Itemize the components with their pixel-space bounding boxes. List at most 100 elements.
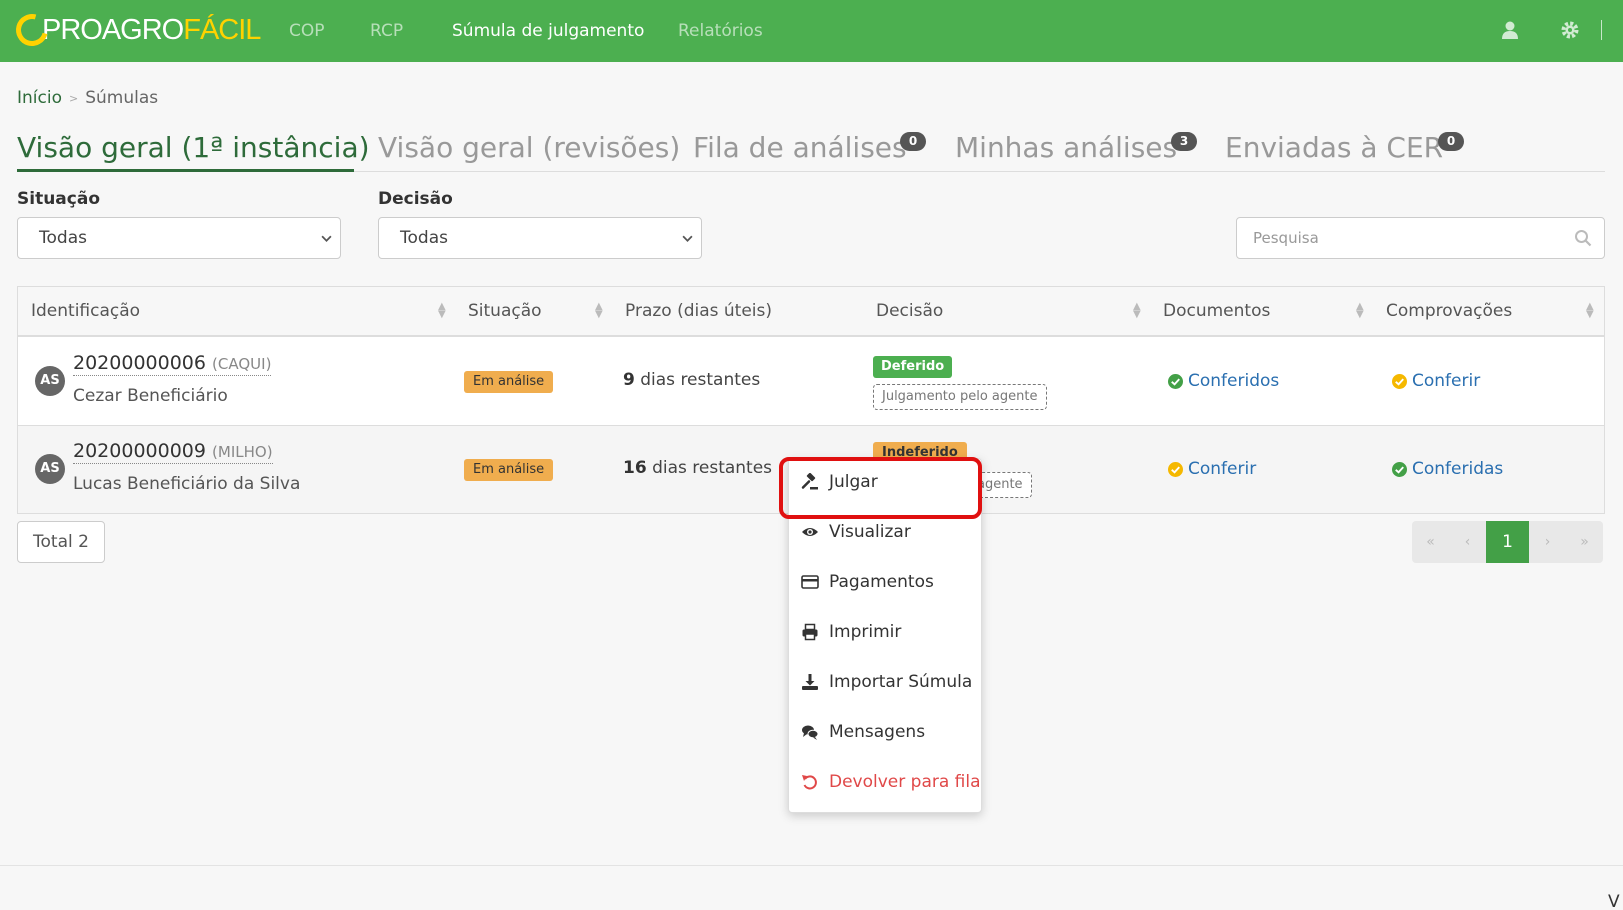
search-icon[interactable] bbox=[1574, 229, 1592, 247]
prazo-label: dias restantes bbox=[640, 370, 761, 390]
sumula-id-link[interactable]: 20200000009 (MILHO) bbox=[73, 440, 273, 464]
highlight-box bbox=[779, 457, 982, 519]
search-input[interactable]: Pesquisa bbox=[1236, 217, 1605, 259]
check-circle-icon bbox=[1168, 373, 1183, 389]
column-prazo[interactable]: Prazo (dias úteis) bbox=[625, 301, 772, 321]
prazo-text: 9 dias restantes bbox=[623, 370, 760, 390]
sort-icon[interactable]: ▲ ▼ bbox=[438, 302, 446, 320]
comprovacoes-label: Conferir bbox=[1412, 371, 1481, 391]
menu-item-visualizar[interactable]: Visualizar bbox=[801, 522, 911, 542]
tab-visao-geral-1a-instancia[interactable]: Visão geral (1ª instância) bbox=[17, 131, 370, 164]
comprovacoes-label: Conferidas bbox=[1412, 459, 1504, 479]
decision-note: Julgamento pelo agente bbox=[873, 384, 1047, 410]
check-circle-icon bbox=[1392, 461, 1407, 477]
comments-icon bbox=[802, 725, 819, 740]
logo-text-part1: PROAGRO bbox=[42, 13, 184, 46]
column-comprovacoes[interactable]: Comprovações bbox=[1386, 301, 1512, 321]
check-circle-warning-icon bbox=[1168, 461, 1183, 477]
nav-sumula-de-julgamento[interactable]: Súmula de julgamento bbox=[452, 0, 644, 62]
page-first-button[interactable]: « bbox=[1412, 521, 1449, 563]
prazo-text: 16 dias restantes bbox=[623, 458, 772, 478]
page-prev-button[interactable]: ‹ bbox=[1449, 521, 1486, 563]
menu-item-imprimir[interactable]: Imprimir bbox=[801, 622, 901, 642]
logo-text-part2: FÁCIL bbox=[183, 13, 261, 46]
documentos-label: Conferir bbox=[1188, 459, 1257, 479]
sumula-id-link[interactable]: 20200000006 (CAQUI) bbox=[73, 352, 272, 376]
menu-item-pagamentos[interactable]: Pagamentos bbox=[801, 572, 934, 592]
tab-visao-geral-revisoes[interactable]: Visão geral (revisões) bbox=[378, 131, 680, 164]
menu-item-mensagens[interactable]: Mensagens bbox=[801, 722, 925, 742]
gear-icon[interactable] bbox=[1560, 20, 1580, 40]
breadcrumb-home[interactable]: Início bbox=[17, 88, 62, 108]
prazo-label: dias restantes bbox=[652, 458, 773, 478]
column-identificacao[interactable]: Identificação bbox=[31, 301, 140, 321]
tab-minhas-analises[interactable]: Minhas análises bbox=[955, 131, 1177, 164]
documentos-label: Conferidos bbox=[1188, 371, 1280, 391]
tab-enviadas-cer[interactable]: Enviadas à CER bbox=[1225, 131, 1443, 164]
download-icon bbox=[802, 674, 818, 690]
situacao-select[interactable]: Todas bbox=[17, 217, 341, 259]
tab-fila-de-analises[interactable]: Fila de análises bbox=[693, 131, 907, 164]
menu-item-importar-sumula[interactable]: Importar Súmula bbox=[801, 672, 972, 692]
sumula-id: 20200000006 bbox=[73, 352, 206, 374]
status-badge: Em análise bbox=[464, 371, 554, 393]
documentos-link[interactable]: Conferir bbox=[1168, 459, 1256, 479]
page-current-button[interactable]: 1 bbox=[1486, 521, 1529, 563]
pagination: « ‹ 1 › » bbox=[1412, 521, 1603, 563]
eye-icon bbox=[802, 528, 818, 536]
menu-item-label: Devolver para fila bbox=[829, 772, 981, 792]
menu-item-label: Pagamentos bbox=[829, 572, 934, 592]
page-last-button[interactable]: » bbox=[1566, 521, 1603, 563]
decision-badge: Deferido bbox=[873, 356, 953, 378]
table-header: Identificação ▲ ▼ Situação ▲ ▼ Prazo (dias… bbox=[18, 287, 1604, 337]
tab-badge-fila: 0 bbox=[900, 132, 926, 151]
nav-rcp[interactable]: RCP bbox=[370, 0, 403, 62]
situacao-label: Situação bbox=[17, 189, 100, 209]
navbar-divider bbox=[1601, 20, 1602, 40]
documentos-link[interactable]: Conferidos bbox=[1168, 371, 1279, 391]
total-count: Total 2 bbox=[17, 521, 105, 563]
situacao-select-value: Todas bbox=[39, 228, 87, 248]
page-next-button[interactable]: › bbox=[1529, 521, 1566, 563]
chevron-down-icon bbox=[682, 235, 693, 242]
sort-icon[interactable]: ▲ ▼ bbox=[1133, 302, 1141, 320]
user-icon[interactable] bbox=[1500, 20, 1520, 40]
credit-card-icon bbox=[801, 575, 819, 589]
search-placeholder: Pesquisa bbox=[1253, 229, 1319, 247]
top-navbar: PROAGROFÁCIL COP RCP Súmula de julgament… bbox=[0, 0, 1623, 62]
menu-item-label: Visualizar bbox=[829, 522, 911, 542]
crop-name: (CAQUI) bbox=[212, 355, 272, 373]
menu-item-label: Imprimir bbox=[829, 622, 902, 642]
column-situacao[interactable]: Situação bbox=[468, 301, 542, 321]
decisao-select-value: Todas bbox=[400, 228, 448, 248]
footer-text: V bbox=[1608, 892, 1620, 910]
check-circle-warning-icon bbox=[1392, 373, 1407, 389]
menu-item-devolver-para-fila[interactable]: Devolver para fila bbox=[801, 772, 981, 792]
sort-icon[interactable]: ▲ ▼ bbox=[1356, 302, 1364, 320]
undo-icon bbox=[802, 775, 817, 790]
breadcrumb-separator: > bbox=[68, 91, 79, 105]
column-documentos[interactable]: Documentos bbox=[1163, 301, 1270, 321]
prazo-days: 16 bbox=[623, 458, 647, 478]
tab-badge-enviadas: 0 bbox=[1438, 132, 1464, 151]
beneficiary-name: Lucas Beneficiário da Silva bbox=[73, 474, 301, 494]
tab-badge-minhas: 3 bbox=[1171, 132, 1197, 151]
sort-icon[interactable]: ▲ ▼ bbox=[595, 302, 603, 320]
table-row[interactable]: AS 20200000006 (CAQUI) Cezar Beneficiári… bbox=[18, 338, 1604, 426]
active-tab-indicator bbox=[17, 169, 354, 172]
breadcrumb: Início > Súmulas bbox=[17, 88, 158, 108]
decisao-select[interactable]: Todas bbox=[378, 217, 702, 259]
prazo-days: 9 bbox=[623, 370, 635, 390]
footer-divider bbox=[0, 865, 1623, 866]
comprovacoes-link[interactable]: Conferir bbox=[1392, 371, 1480, 391]
beneficiary-name: Cezar Beneficiário bbox=[73, 386, 228, 406]
comprovacoes-link[interactable]: Conferidas bbox=[1392, 459, 1503, 479]
column-decisao[interactable]: Decisão bbox=[876, 301, 943, 321]
proagro-facil-logo[interactable]: PROAGROFÁCIL bbox=[10, 8, 261, 52]
nav-relatorios[interactable]: Relatórios bbox=[678, 0, 763, 62]
sumula-id: 20200000009 bbox=[73, 440, 206, 462]
nav-cop[interactable]: COP bbox=[289, 0, 325, 62]
menu-item-label: Importar Súmula bbox=[829, 672, 973, 692]
sort-icon[interactable]: ▲ ▼ bbox=[1586, 302, 1594, 320]
decisao-label: Decisão bbox=[378, 189, 453, 209]
